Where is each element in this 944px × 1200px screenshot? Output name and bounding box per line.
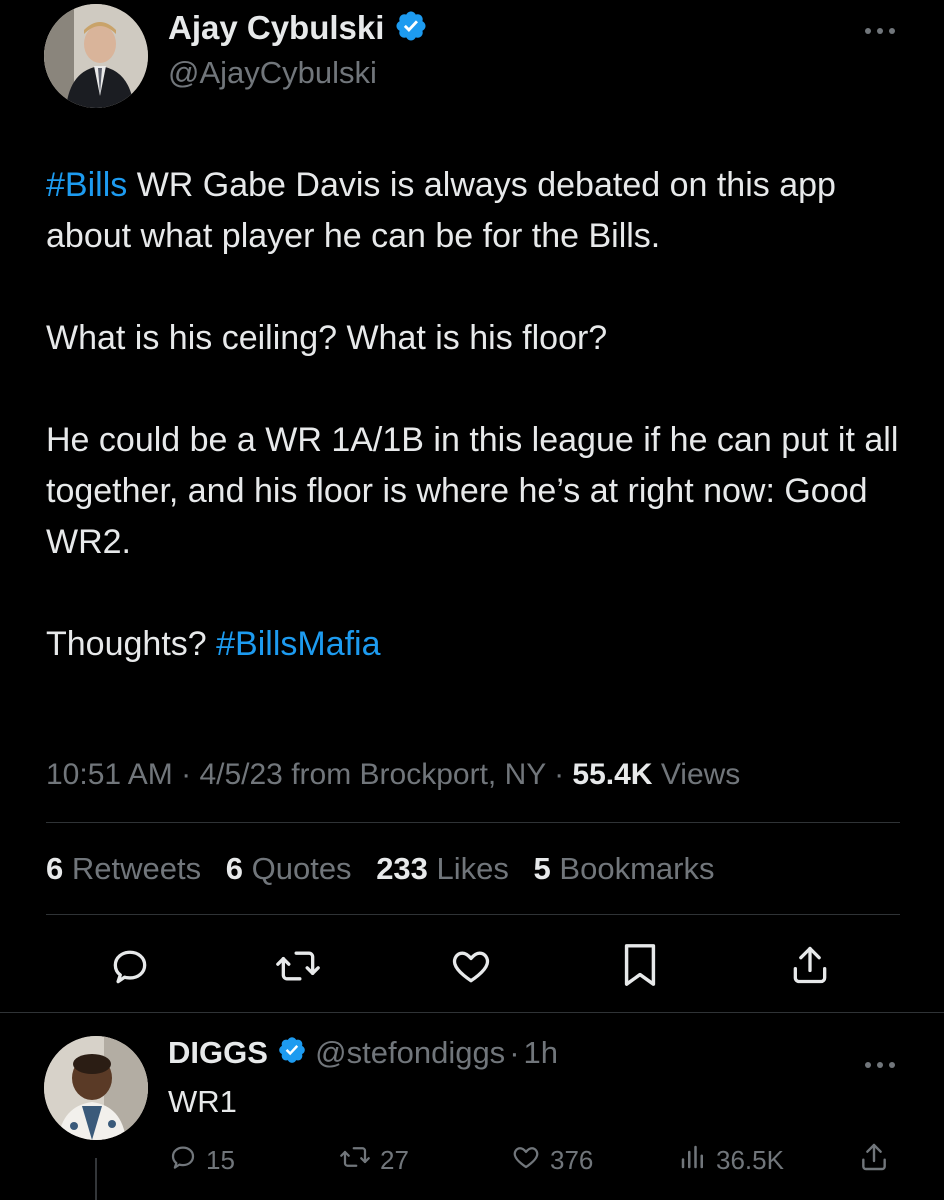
- reply-share-icon: [858, 1140, 890, 1181]
- hashtag-bills[interactable]: #Bills: [46, 166, 127, 204]
- likes-label: Likes: [436, 851, 509, 886]
- thread-line: [95, 1158, 97, 1200]
- reply-reply-action[interactable]: 15: [168, 1142, 235, 1179]
- reply-avatar-photo: [44, 1036, 148, 1140]
- reply-views-action[interactable]: 36.5K: [678, 1142, 784, 1179]
- divider-bottom: [46, 914, 900, 915]
- avatar-photo: [44, 4, 148, 108]
- reply-author-handle[interactable]: @stefondiggs: [315, 1035, 505, 1070]
- reply-likes-count: 376: [550, 1145, 594, 1175]
- reply-time[interactable]: 1h: [524, 1035, 558, 1070]
- bookmarks-stat[interactable]: 5 Bookmarks: [534, 851, 715, 886]
- retweets-label: Retweets: [71, 851, 202, 886]
- tweet-body: #Bills WR Gabe Davis is always debated o…: [46, 160, 906, 670]
- tweet-paragraph-4-text: Thoughts?: [46, 625, 217, 663]
- more-options-icon[interactable]: [862, 12, 898, 44]
- reply-avatar[interactable]: [44, 1036, 148, 1140]
- reply-like-icon: [510, 1142, 542, 1179]
- bookmark-icon[interactable]: [620, 942, 660, 988]
- author-avatar[interactable]: [44, 4, 148, 108]
- views-label: Views: [660, 758, 741, 791]
- views-count: 55.4K: [572, 758, 653, 791]
- reply-separator: ·: [509, 1035, 520, 1070]
- divider-reply: [0, 1012, 944, 1013]
- divider-top: [46, 822, 900, 823]
- share-icon[interactable]: [788, 942, 832, 988]
- reply-retweet-action[interactable]: 27: [338, 1142, 409, 1179]
- quotes-count: 6: [225, 851, 243, 886]
- reply-retweets-count: 27: [380, 1145, 409, 1175]
- retweets-stat[interactable]: 6 Retweets: [46, 851, 201, 886]
- likes-count: 233: [376, 851, 428, 886]
- tweet-date[interactable]: 4/5/23: [199, 758, 282, 791]
- tweet-location: from Brockport, NY: [291, 758, 546, 791]
- reply-like-action[interactable]: 376: [510, 1142, 593, 1179]
- tweet-paragraph-2: What is his ceiling? What is his floor?: [46, 319, 608, 357]
- author-name-text: Ajay Cybulski: [168, 9, 385, 46]
- quotes-label: Quotes: [251, 851, 352, 886]
- retweet-icon[interactable]: [274, 944, 322, 988]
- tweet-paragraph-1-text: WR Gabe Davis is always debated on this …: [46, 166, 836, 255]
- tweet-stats: 6 Retweets 6 Quotes 233 Likes 5 Bookmark…: [46, 850, 730, 888]
- hashtag-billsmafia[interactable]: #BillsMafia: [216, 625, 380, 663]
- verified-badge-icon: [394, 9, 428, 52]
- tweet-time[interactable]: 10:51 AM: [46, 758, 173, 791]
- reply-retweet-icon: [338, 1142, 372, 1179]
- reply-icon[interactable]: [108, 944, 152, 988]
- like-icon[interactable]: [448, 944, 494, 988]
- likes-stat[interactable]: 233 Likes: [376, 851, 509, 886]
- author-handle[interactable]: @AjayCybulski: [168, 54, 377, 92]
- reply-share-action[interactable]: [858, 1140, 890, 1181]
- quotes-stat[interactable]: 6 Quotes: [226, 851, 352, 886]
- reply-verified-badge-icon: [277, 1035, 307, 1074]
- reply-replies-count: 15: [206, 1145, 235, 1175]
- retweets-count: 6: [46, 851, 64, 886]
- tweet-paragraph-4: Thoughts? #BillsMafia: [46, 619, 906, 670]
- reply-text: WR1: [168, 1084, 237, 1119]
- bookmarks-label: Bookmarks: [559, 851, 715, 886]
- tweet-paragraph-1: #Bills WR Gabe Davis is always debated o…: [46, 160, 906, 262]
- reply-views-count: 36.5K: [716, 1145, 784, 1175]
- reply-views-icon: [678, 1142, 708, 1179]
- reply-more-options-icon[interactable]: [862, 1046, 898, 1078]
- bookmarks-count: 5: [533, 851, 551, 886]
- tweet-paragraph-3: He could be a WR 1A/1B in this league if…: [46, 421, 899, 561]
- author-name[interactable]: Ajay Cybulski: [168, 8, 428, 52]
- tweet-meta: 10:51 AM · 4/5/23 from Brockport, NY · 5…: [46, 758, 741, 791]
- reply-header: DIGGS @stefondiggs · 1h: [168, 1034, 558, 1074]
- reply-author-name[interactable]: DIGGS: [168, 1035, 268, 1070]
- reply-reply-icon: [168, 1142, 198, 1179]
